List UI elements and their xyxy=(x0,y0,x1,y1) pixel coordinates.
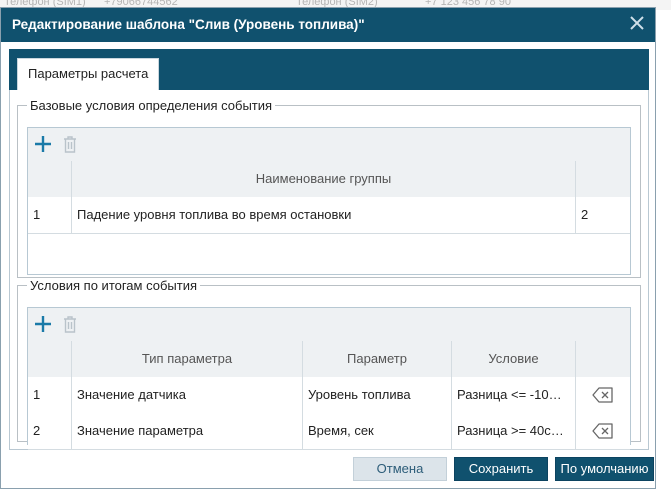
base-conditions-grid: Наименование группы 1 Падение уровня топ… xyxy=(27,127,631,275)
backspace-icon[interactable] xyxy=(592,422,614,440)
table-row[interactable]: 1 Значение датчика Уровень топлива Разни… xyxy=(28,377,630,414)
row-condition: Разница <= -10… xyxy=(452,377,576,413)
plus-icon[interactable] xyxy=(33,134,53,154)
plus-icon[interactable] xyxy=(33,314,53,334)
tab-calc-params[interactable]: Параметры расчета xyxy=(17,58,160,90)
row-num: 2 xyxy=(28,413,72,449)
trash-icon[interactable] xyxy=(60,134,80,154)
row-num: 1 xyxy=(28,377,72,413)
header-condition[interactable]: Условие xyxy=(452,341,576,377)
row-param-type: Значение датчика xyxy=(72,377,303,413)
header-num xyxy=(28,161,72,197)
header-value xyxy=(576,161,630,197)
row-param: Время, сек xyxy=(303,413,452,449)
dialog-title: Редактирование шаблона "Слив (Уровень то… xyxy=(12,17,365,32)
grid-header: Тип параметра Параметр Условие xyxy=(28,341,630,378)
edit-template-dialog: Редактирование шаблона "Слив (Уровень то… xyxy=(0,7,656,489)
delete-row-button[interactable] xyxy=(576,413,630,449)
tab-content: Базовые условия определения события Наим… xyxy=(9,90,649,450)
header-group-name[interactable]: Наименование группы xyxy=(72,161,576,197)
row-group-name: Падение уровня топлива во время остановк… xyxy=(72,197,576,233)
row-num: 1 xyxy=(28,197,72,233)
save-button[interactable]: Сохранить xyxy=(454,457,548,481)
grid-header: Наименование группы xyxy=(28,161,630,198)
background-page-right xyxy=(656,40,671,489)
dialog-titlebar: Редактирование шаблона "Слив (Уровень то… xyxy=(1,8,655,42)
table-row[interactable]: 1 Падение уровня топлива во время остано… xyxy=(28,197,630,234)
row-param-type: Значение параметра xyxy=(72,413,303,449)
delete-row-button[interactable] xyxy=(576,377,630,413)
header-actions xyxy=(576,341,630,377)
row-value: 2 xyxy=(581,207,589,222)
result-conditions-legend: Условия по итогам события xyxy=(30,278,198,293)
backspace-icon[interactable] xyxy=(592,386,614,404)
table-row[interactable]: 2 Значение параметра Время, сек Разница … xyxy=(28,413,630,450)
row-condition: Разница >= 40с… xyxy=(452,413,576,449)
row-param: Уровень топлива xyxy=(303,377,452,413)
base-conditions-group: Базовые условия определения события Наим… xyxy=(17,98,641,278)
header-param-type[interactable]: Тип параметра xyxy=(72,341,303,377)
result-conditions-group: Условия по итогам события Тип параметра … xyxy=(17,278,641,450)
cancel-button[interactable]: Отмена xyxy=(353,457,447,481)
trash-icon[interactable] xyxy=(60,314,80,334)
header-param[interactable]: Параметр xyxy=(303,341,452,377)
tab-strip: Параметры расчета xyxy=(9,49,649,90)
grid-toolbar xyxy=(28,128,630,162)
reset-default-button[interactable]: По умолчанию xyxy=(555,457,654,481)
result-conditions-grid: Тип параметра Параметр Условие 1 Значени… xyxy=(27,307,631,450)
header-num xyxy=(28,341,72,377)
base-conditions-legend: Базовые условия определения события xyxy=(30,98,273,113)
grid-toolbar xyxy=(28,308,630,342)
close-icon[interactable] xyxy=(628,14,646,32)
